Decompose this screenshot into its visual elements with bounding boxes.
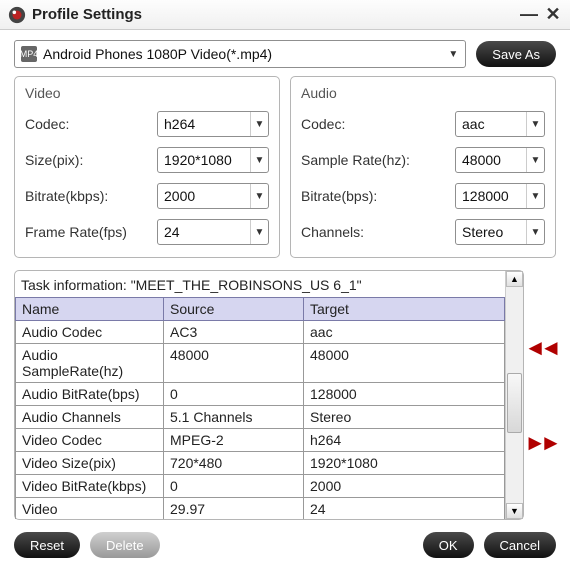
chevron-down-icon: ▼ — [526, 184, 544, 208]
table-cell: 5.1 Channels — [164, 406, 304, 429]
table-cell: Audio Codec — [16, 321, 164, 344]
next-task-button[interactable]: ►► — [524, 432, 556, 454]
col-target-header: Target — [304, 298, 505, 321]
profile-name: Android Phones 1080P Video(*.mp4) — [43, 46, 445, 62]
task-info-panel: Task information: "MEET_THE_ROBINSONS_US… — [14, 270, 524, 520]
minimize-button[interactable]: — — [520, 4, 538, 25]
table-row: Audio Channels5.1 ChannelsStereo — [16, 406, 505, 429]
audio-panel: Audio Codec: aac▼ Sample Rate(hz): 48000… — [290, 76, 556, 258]
table-cell: Video Codec — [16, 429, 164, 452]
table-cell: h264 — [304, 429, 505, 452]
chevron-down-icon: ▼ — [445, 49, 461, 60]
nav-arrows: ◄◄ ►► — [524, 270, 556, 520]
table-cell: Stereo — [304, 406, 505, 429]
col-source-header: Source — [164, 298, 304, 321]
video-framerate-dropdown[interactable]: 24▼ — [157, 219, 269, 245]
table-cell: 24 — [304, 498, 505, 520]
video-panel: Video Codec: h264▼ Size(pix): 1920*1080▼… — [14, 76, 280, 258]
table-cell: 2000 — [304, 475, 505, 498]
table-cell: Video Size(pix) — [16, 452, 164, 475]
mp4-icon: MP4 — [21, 46, 37, 62]
audio-channels-dropdown[interactable]: Stereo▼ — [455, 219, 545, 245]
table-row: Video BitRate(kbps)02000 — [16, 475, 505, 498]
table-cell: 29.97 — [164, 498, 304, 520]
profile-bar: MP4 Android Phones 1080P Video(*.mp4) ▼ … — [0, 30, 570, 76]
chevron-down-icon: ▼ — [250, 184, 268, 208]
audio-heading: Audio — [301, 85, 545, 101]
table-row: Audio CodecAC3aac — [16, 321, 505, 344]
ok-button[interactable]: OK — [423, 532, 474, 558]
audio-channels-label: Channels: — [301, 224, 455, 240]
title-bar: Profile Settings — ✕ — [0, 0, 570, 30]
table-cell: Audio SampleRate(hz) — [16, 344, 164, 383]
video-framerate-label: Frame Rate(fps) — [25, 224, 157, 240]
audio-samplerate-label: Sample Rate(hz): — [301, 152, 455, 168]
video-size-label: Size(pix): — [25, 152, 157, 168]
chevron-down-icon: ▼ — [250, 148, 268, 172]
scroll-track[interactable] — [506, 287, 523, 503]
chevron-down-icon: ▼ — [250, 112, 268, 136]
scroll-thumb[interactable] — [507, 373, 522, 433]
table-row: Video CodecMPEG-2h264 — [16, 429, 505, 452]
app-icon — [8, 6, 26, 24]
table-cell: Video — [16, 498, 164, 520]
delete-button[interactable]: Delete — [90, 532, 160, 558]
scroll-up-icon[interactable]: ▲ — [506, 271, 523, 287]
table-cell: 0 — [164, 383, 304, 406]
table-cell: 720*480 — [164, 452, 304, 475]
task-title: Task information: "MEET_THE_ROBINSONS_US… — [15, 275, 505, 297]
table-row: Video Size(pix)720*4801920*1080 — [16, 452, 505, 475]
table-cell: Video BitRate(kbps) — [16, 475, 164, 498]
video-codec-dropdown[interactable]: h264▼ — [157, 111, 269, 137]
chevron-down-icon: ▼ — [526, 220, 544, 244]
table-cell: 128000 — [304, 383, 505, 406]
save-as-button[interactable]: Save As — [476, 41, 556, 67]
audio-codec-dropdown[interactable]: aac▼ — [455, 111, 545, 137]
prev-task-button[interactable]: ◄◄ — [524, 337, 556, 359]
table-cell: aac — [304, 321, 505, 344]
table-cell: 1920*1080 — [304, 452, 505, 475]
window-title: Profile Settings — [32, 6, 514, 23]
close-button[interactable]: ✕ — [544, 4, 562, 25]
video-codec-label: Codec: — [25, 116, 157, 132]
video-size-dropdown[interactable]: 1920*1080▼ — [157, 147, 269, 173]
chevron-down-icon: ▼ — [526, 112, 544, 136]
audio-bitrate-dropdown[interactable]: 128000▼ — [455, 183, 545, 209]
audio-samplerate-dropdown[interactable]: 48000▼ — [455, 147, 545, 173]
scroll-down-icon[interactable]: ▼ — [506, 503, 523, 519]
table-cell: MPEG-2 — [164, 429, 304, 452]
table-cell: 48000 — [164, 344, 304, 383]
table-cell: AC3 — [164, 321, 304, 344]
table-row: Video29.9724 — [16, 498, 505, 520]
video-bitrate-label: Bitrate(kbps): — [25, 188, 157, 204]
table-cell: 48000 — [304, 344, 505, 383]
chevron-down-icon: ▼ — [526, 148, 544, 172]
table-cell: Audio Channels — [16, 406, 164, 429]
video-heading: Video — [25, 85, 269, 101]
video-bitrate-dropdown[interactable]: 2000▼ — [157, 183, 269, 209]
table-cell: Audio BitRate(bps) — [16, 383, 164, 406]
table-row: Audio BitRate(bps)0128000 — [16, 383, 505, 406]
table-row: Audio SampleRate(hz)4800048000 — [16, 344, 505, 383]
audio-bitrate-label: Bitrate(bps): — [301, 188, 455, 204]
table-cell: 0 — [164, 475, 304, 498]
footer-bar: Reset Delete OK Cancel — [0, 522, 570, 570]
cancel-button[interactable]: Cancel — [484, 532, 556, 558]
chevron-down-icon: ▼ — [250, 220, 268, 244]
audio-codec-label: Codec: — [301, 116, 455, 132]
task-table: Name Source Target Audio CodecAC3aacAudi… — [15, 297, 505, 519]
profile-dropdown[interactable]: MP4 Android Phones 1080P Video(*.mp4) ▼ — [14, 40, 466, 68]
col-name-header: Name — [16, 298, 164, 321]
vertical-scrollbar[interactable]: ▲ ▼ — [505, 271, 523, 519]
reset-button[interactable]: Reset — [14, 532, 80, 558]
